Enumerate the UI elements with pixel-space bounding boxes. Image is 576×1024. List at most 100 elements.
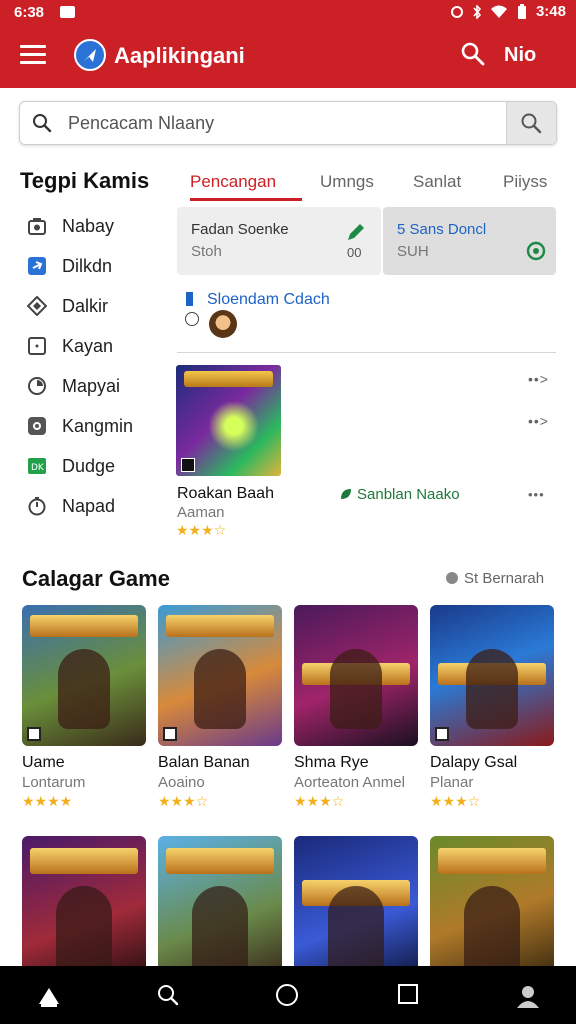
card-title: Fadan Soenke	[191, 221, 289, 238]
category-item[interactable]: Kangmin	[26, 406, 176, 446]
game-developer: Planar	[430, 774, 474, 791]
promo-link[interactable]: Sloendam Cdach	[207, 291, 330, 309]
search-input[interactable]: Pencacam Nlaany	[68, 113, 214, 134]
home-icon[interactable]	[35, 982, 63, 1010]
tab-pencangan[interactable]: Pencangan	[190, 172, 276, 192]
game-character	[464, 886, 520, 976]
category-label: Nabay	[62, 215, 115, 236]
search-icon[interactable]	[155, 982, 183, 1010]
category-item[interactable]: Mapyai	[26, 366, 176, 406]
star-rating: ★★★☆	[430, 793, 481, 809]
bottom-navigation	[0, 966, 576, 1024]
tab-bar: Pencangan Umngs Sanlat Piiyss	[176, 168, 576, 202]
menu-icon[interactable]	[20, 45, 46, 65]
featured-game-image[interactable]	[176, 365, 281, 476]
star-rating: ★★★★	[22, 793, 73, 809]
game-card[interactable]: Uame Lontarum ★★★★	[22, 605, 147, 810]
star-rating: ★★★☆	[294, 793, 345, 809]
profile-icon[interactable]	[514, 982, 542, 1010]
avatar	[209, 310, 237, 338]
radio-button[interactable]	[185, 312, 199, 326]
app-title: Aaplikingani	[114, 43, 245, 68]
category-list: Nabay Dilkdn Dalkir Kayan Mapyai Kangmin…	[26, 206, 176, 526]
category-label: Kayan	[62, 335, 114, 356]
game-character	[328, 886, 384, 976]
game-thumbnail[interactable]	[294, 836, 418, 976]
camera-icon	[26, 215, 48, 237]
game-title: Dalapy Gsal	[430, 754, 518, 771]
tab-piiyss[interactable]: Piiyss	[503, 172, 547, 192]
game-card[interactable]: Dalapy Gsal Planar ★★★☆	[430, 605, 555, 810]
secondary-game-link[interactable]: Sanblan Naako	[339, 486, 460, 503]
age-rating-badge	[435, 727, 449, 741]
category-item[interactable]: Dilkdn	[26, 246, 176, 286]
see-all-link[interactable]: St Bernarah	[446, 570, 544, 587]
game-thumbnail[interactable]	[158, 605, 282, 746]
category-label: Mapyai	[62, 375, 121, 396]
featured-card[interactable]: Fadan Soenke Stoh 00	[177, 207, 381, 275]
game-thumbnail[interactable]	[430, 605, 554, 746]
card-title: 5 Sans Doncl	[397, 221, 487, 238]
leaf-icon	[341, 489, 351, 499]
game-thumbnail[interactable]	[22, 836, 146, 976]
card-subtitle: Stoh	[191, 243, 222, 260]
featured-card[interactable]: 5 Sans Doncl SUH	[383, 207, 556, 275]
app-bar: Aaplikingani Nio	[0, 32, 576, 82]
game-banner	[30, 615, 138, 637]
category-label: Dalkir	[62, 295, 109, 316]
game-character	[192, 886, 248, 976]
alarm-icon	[450, 5, 463, 18]
see-all-label: St Bernarah	[464, 570, 545, 587]
category-item[interactable]: Dalkir	[26, 286, 176, 326]
category-item[interactable]: Kayan	[26, 326, 176, 366]
top-app-bar: 6:38 3:48 Aaplikingani Nio	[0, 0, 576, 88]
game-developer: Aorteaton Anmel	[294, 774, 405, 791]
timer-icon	[26, 495, 48, 517]
search-icon[interactable]	[460, 41, 488, 69]
game-banner	[166, 848, 274, 874]
tab-sanlat[interactable]: Sanlat	[413, 172, 461, 192]
search-submit-button[interactable]	[506, 102, 556, 144]
search-bar[interactable]: Pencacam Nlaany	[19, 101, 557, 145]
category-item[interactable]: Nabay	[26, 206, 176, 246]
game-banner	[184, 371, 273, 387]
game-title[interactable]: Roakan Baah	[177, 485, 274, 503]
game-thumbnail[interactable]	[294, 605, 418, 746]
game-banner	[30, 848, 138, 874]
card-subtitle: SUH	[397, 243, 429, 260]
game-thumbnail[interactable]	[430, 836, 554, 976]
category-label: Napad	[62, 495, 116, 516]
svg-text:DK: DK	[31, 463, 45, 473]
category-label: Kangmin	[62, 415, 134, 436]
circle-icon	[26, 375, 48, 397]
game-developer: Aoaino	[158, 774, 205, 791]
game-title: Shma Rye	[294, 754, 369, 771]
game-card[interactable]: Shma Rye Aorteaton Anmel ★★★☆	[294, 605, 419, 810]
wifi-icon	[490, 5, 507, 18]
age-rating-badge	[27, 727, 41, 741]
category-item[interactable]: Napad	[26, 486, 176, 526]
game-character	[194, 649, 246, 729]
app-logo-icon	[74, 39, 106, 71]
more-arrow-icon[interactable]: ••>	[528, 413, 549, 429]
pen-icon	[345, 221, 367, 248]
category-label: Dudge	[62, 455, 116, 476]
game-thumbnail[interactable]	[158, 836, 282, 976]
status-icons: 3:48	[450, 3, 566, 20]
category-item[interactable]: DK Dudge	[26, 446, 176, 486]
tab-umngs[interactable]: Umngs	[320, 172, 374, 192]
more-arrow-icon[interactable]: ••>	[528, 371, 549, 387]
location-icon	[526, 241, 546, 266]
game-title: Uame	[22, 754, 65, 771]
account-button[interactable]: Nio	[504, 44, 536, 67]
star-rating: ★★★☆	[158, 793, 209, 809]
age-rating-badge	[181, 458, 195, 472]
recents-icon[interactable]	[396, 982, 424, 1010]
home-circle-icon[interactable]	[274, 982, 302, 1010]
more-options-icon[interactable]: •••	[528, 487, 545, 502]
game-card[interactable]: Balan Banan Aoaino ★★★☆	[158, 605, 283, 810]
divider	[177, 352, 556, 353]
diamond-icon	[26, 295, 48, 317]
game-thumbnail[interactable]	[22, 605, 146, 746]
active-tab-indicator	[190, 198, 302, 201]
